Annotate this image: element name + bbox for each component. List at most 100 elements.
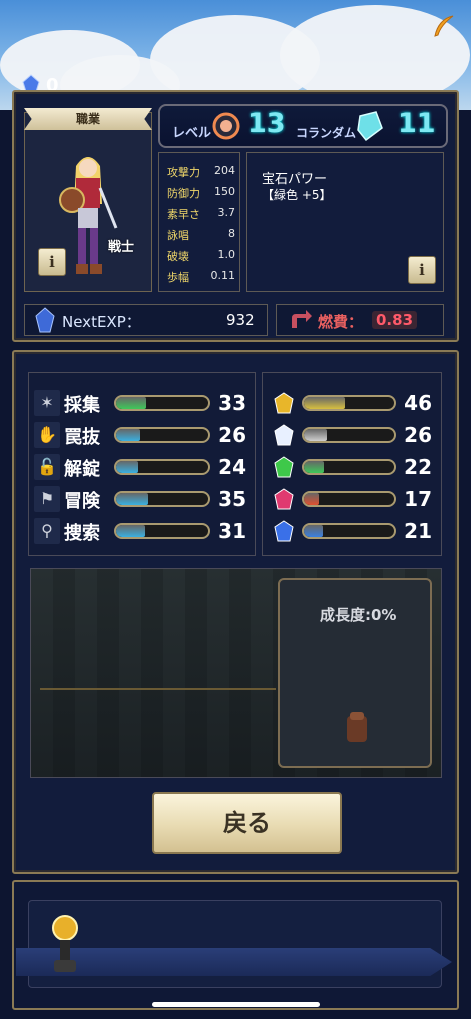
gem-row: 21 — [272, 518, 436, 544]
ruby-icon — [274, 488, 294, 510]
level-icon — [212, 112, 240, 140]
skill-row: ⚑ 冒険 35 — [34, 486, 250, 512]
skill-bar-fill — [116, 525, 145, 537]
stats-box: 攻撃力 204 防御力 150 素早さ 3.7 詠唱 8 破壊 1.0 歩幅 0… — [158, 152, 240, 292]
gem-power-title: 宝石パワー — [262, 172, 328, 187]
stat-value: 0.11 — [210, 269, 236, 282]
stat-value: 3.7 — [217, 206, 236, 219]
skill-name: 冒険 — [64, 491, 100, 512]
gem-power-info-button[interactable]: i — [408, 256, 436, 284]
skill-bar-fill — [116, 429, 140, 441]
skill-bar-fill — [116, 397, 147, 409]
skill-bar — [114, 395, 210, 411]
progress-track — [16, 948, 452, 976]
class-name: 戦士 — [108, 240, 135, 255]
skill-row: ✶ 採集 33 — [34, 390, 250, 416]
back-button[interactable]: 戻る — [152, 792, 342, 854]
gem-bar — [302, 523, 396, 539]
stat-name: 詠唱 — [167, 229, 189, 242]
search-icon: ⚲ — [34, 518, 60, 544]
feather-icon[interactable] — [431, 14, 457, 40]
skill-bar-fill — [116, 461, 139, 473]
gem-row: 22 — [272, 454, 436, 480]
skill-row: ⚲ 捜索 31 — [34, 518, 250, 544]
stat-row: 詠唱 8 — [159, 224, 241, 244]
stat-value: 204 — [214, 164, 235, 177]
skill-bar-fill — [116, 493, 149, 505]
stat-name: 破壊 — [167, 250, 189, 263]
next-exp-label: NextEXP： — [62, 313, 141, 331]
level-value: 13 — [248, 108, 286, 139]
job-banner: 職業 — [24, 108, 152, 130]
diamond-icon — [274, 424, 294, 446]
skill-bar — [114, 459, 210, 475]
stat-value: 8 — [228, 227, 235, 240]
skill-value: 31 — [218, 519, 246, 543]
golden-orb-icon[interactable] — [50, 912, 80, 976]
next-exp-value: 932 — [226, 311, 255, 329]
gem-bar — [302, 491, 396, 507]
gold-gem-icon — [274, 392, 294, 414]
gem-bar-fill — [304, 525, 323, 537]
gem-value: 17 — [404, 487, 432, 511]
sapphire-icon — [274, 520, 294, 542]
seed-icon — [347, 712, 367, 742]
skill-bar — [114, 491, 210, 507]
home-indicator[interactable] — [152, 1002, 320, 1007]
stat-row: 防御力 150 — [159, 182, 241, 202]
stat-name: 素早さ — [167, 208, 200, 221]
lock-icon: 🔓 — [34, 454, 60, 480]
gem-bar — [302, 427, 396, 443]
growth-label: 成長度:0% — [320, 606, 397, 624]
exp-crystal-icon — [35, 307, 55, 333]
skill-bar — [114, 523, 210, 539]
gem-value: 21 — [404, 519, 432, 543]
skill-name: 捜索 — [64, 523, 100, 544]
stat-value: 150 — [214, 185, 235, 198]
gem-row: 17 — [272, 486, 436, 512]
gem-row: 26 — [272, 422, 436, 448]
gem-bar-fill — [304, 429, 328, 441]
stat-row: 攻撃力 204 — [159, 161, 241, 181]
gem-value: 46 — [404, 391, 432, 415]
gem-bar-fill — [304, 493, 320, 505]
skill-row: 🔓 解錠 24 — [34, 454, 250, 480]
skill-value: 35 — [218, 487, 246, 511]
skill-name: 罠抜 — [64, 427, 100, 448]
garden-divider — [40, 688, 276, 690]
adventure-icon: ⚑ — [34, 486, 60, 512]
stat-value: 1.0 — [217, 248, 236, 261]
corundum-gem-icon — [357, 111, 383, 142]
skill-bar — [114, 427, 210, 443]
corundum-value: 11 — [398, 108, 436, 139]
harvest-icon: ✶ — [34, 390, 60, 416]
job-info-button[interactable]: i — [38, 248, 66, 276]
stat-name: 防御力 — [167, 187, 200, 200]
gem-bar-fill — [304, 461, 324, 473]
gem-power-detail: 【緑色 +5】 — [262, 188, 332, 202]
fuel-value: 0.83 — [372, 311, 418, 329]
gem-bar — [302, 459, 396, 475]
gem-bar-fill — [304, 397, 346, 409]
skill-value: 33 — [218, 391, 246, 415]
stat-row: 破壊 1.0 — [159, 245, 241, 265]
gem-value: 22 — [404, 455, 432, 479]
gem-bar — [302, 395, 396, 411]
level-label: レベル — [172, 126, 212, 141]
stat-row: 素早さ 3.7 — [159, 203, 241, 223]
trap-icon: ✋ — [34, 422, 60, 448]
skill-name: 解錠 — [64, 459, 100, 480]
stat-name: 歩幅 — [167, 271, 189, 284]
gem-row: 46 — [272, 390, 436, 416]
gem-value: 26 — [404, 423, 432, 447]
fuel-arrow-icon — [292, 310, 312, 328]
stat-name: 攻撃力 — [167, 166, 200, 179]
skill-value: 24 — [218, 455, 246, 479]
skill-name: 採集 — [64, 395, 100, 416]
fuel-label: 燃費： — [318, 313, 364, 331]
emerald-icon — [274, 456, 294, 478]
corundum-label: コランダム — [296, 126, 357, 140]
stat-row: 歩幅 0.11 — [159, 266, 241, 286]
skill-row: ✋ 罠抜 26 — [34, 422, 250, 448]
skill-value: 26 — [218, 423, 246, 447]
